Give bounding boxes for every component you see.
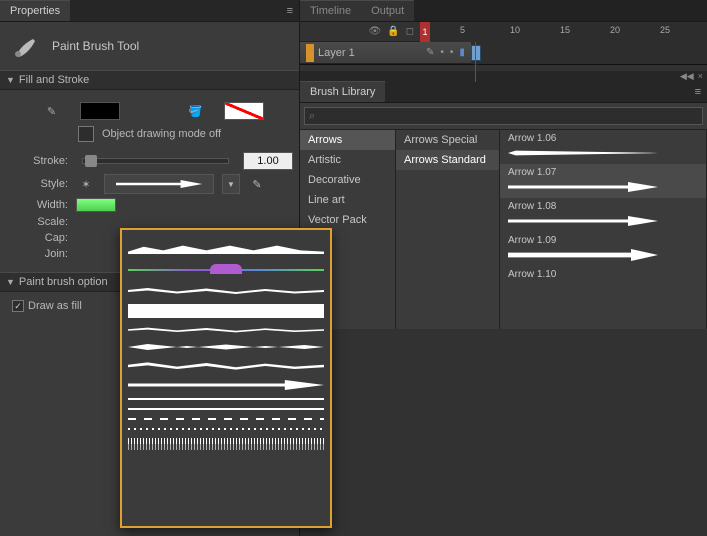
layer-color-icon: [306, 44, 314, 62]
playhead-line: [475, 42, 476, 82]
tool-header: Paint Brush Tool: [0, 22, 299, 70]
width-profile[interactable]: [76, 198, 116, 212]
tab-timeline[interactable]: Timeline: [300, 0, 361, 21]
stroke-preview[interactable]: [128, 286, 324, 296]
brush-arrow-108[interactable]: Arrow 1.08: [500, 198, 706, 232]
panel-menu-icon[interactable]: ≡: [281, 5, 299, 17]
layer-outline-swatch[interactable]: ▮: [459, 47, 465, 58]
brush-subcategory-list: Arrows Special Arrows Standard: [396, 130, 500, 329]
category-arrows[interactable]: Arrows: [300, 130, 395, 150]
checkbox-checked-icon: ✓: [12, 300, 24, 312]
right-column: Timeline Output 👁 🔒 ◻ 1 5 10 15 20 25 La…: [300, 0, 707, 536]
ruler-tick: 5: [460, 25, 465, 35]
subcat-arrows-standard[interactable]: Arrows Standard: [396, 150, 499, 170]
tab-output[interactable]: Output: [361, 0, 414, 21]
brush-arrow-106[interactable]: Arrow 1.06: [500, 130, 706, 164]
stroke-preview[interactable]: [128, 304, 324, 318]
brush-preset-list: Arrow 1.06 Arrow 1.07 Arrow 1.08 Arrow 1…: [500, 130, 707, 329]
brush-arrow-109[interactable]: Arrow 1.09: [500, 232, 706, 266]
stroke-color-swatch[interactable]: [224, 102, 264, 120]
stroke-preview[interactable]: [128, 262, 324, 278]
stroke-preview[interactable]: [128, 398, 324, 400]
panel-close-icon[interactable]: ×: [698, 71, 703, 81]
chevron-down-icon: ▼: [6, 75, 15, 85]
object-drawing-toggle[interactable]: [78, 126, 94, 142]
stroke-preview[interactable]: [128, 342, 324, 352]
brush-library-panel: ◀◀ × Brush Library ≡ Arrows Artistic Dec…: [300, 71, 707, 329]
brush-name: Arrow 1.09: [508, 235, 698, 246]
ruler-tick: 25: [660, 25, 670, 35]
keyframe[interactable]: [471, 45, 481, 61]
ruler-tick: 10: [510, 25, 520, 35]
properties-tab-row: Properties ≡: [0, 0, 299, 22]
layer-lock-dot[interactable]: •: [450, 47, 454, 58]
stroke-preview[interactable]: [128, 444, 324, 450]
timeline-header-icons: 👁 🔒 ◻: [300, 26, 420, 37]
style-combo[interactable]: [104, 174, 214, 194]
frames-track[interactable]: [471, 42, 707, 64]
stroke-preview-dotted[interactable]: [128, 428, 324, 430]
lock-icon[interactable]: 🔒: [387, 26, 399, 37]
object-drawing-label: Object drawing mode off: [102, 128, 221, 140]
style-brush-icon[interactable]: ✶: [76, 175, 96, 193]
category-vector-pack[interactable]: Vector Pack: [300, 210, 395, 230]
brush-search-input[interactable]: [304, 107, 703, 125]
stroke-preview[interactable]: [128, 242, 324, 254]
join-label: Join:: [12, 248, 68, 260]
paint-brush-options-title: Paint brush option: [19, 276, 108, 288]
tab-brush-library[interactable]: Brush Library: [300, 81, 385, 102]
chevron-down-icon: ▼: [6, 277, 15, 287]
paint-brush-icon: [12, 32, 40, 60]
cap-label: Cap:: [12, 232, 68, 244]
layer-pencil-icon[interactable]: ✎: [426, 47, 434, 58]
fill-and-stroke-header[interactable]: ▼ Fill and Stroke: [0, 70, 299, 90]
stroke-preview[interactable]: [128, 360, 324, 372]
ruler-tick: 20: [610, 25, 620, 35]
stroke-preview-dashed[interactable]: [128, 418, 324, 420]
brush-name: Arrow 1.10: [508, 269, 698, 280]
category-decorative[interactable]: Decorative: [300, 170, 395, 190]
tool-name: Paint Brush Tool: [52, 39, 139, 53]
brush-name: Arrow 1.07: [508, 167, 698, 178]
tab-properties[interactable]: Properties: [0, 0, 70, 21]
playhead[interactable]: 1: [420, 22, 430, 42]
timeline-ruler[interactable]: 1 5 10 15 20 25: [420, 22, 707, 42]
outline-icon[interactable]: ◻: [406, 26, 414, 37]
timeline-panel: Timeline Output 👁 🔒 ◻ 1 5 10 15 20 25 La…: [300, 0, 707, 65]
style-label: Style:: [12, 178, 68, 190]
panel-menu-icon[interactable]: ≡: [689, 86, 707, 98]
style-picker-icon[interactable]: ✎: [248, 174, 266, 194]
category-line-art[interactable]: Line art: [300, 190, 395, 210]
brush-arrow-110[interactable]: Arrow 1.10: [500, 266, 706, 286]
brush-arrow-107[interactable]: Arrow 1.07: [500, 164, 706, 198]
eye-icon[interactable]: 👁: [369, 26, 382, 37]
brush-name: Arrow 1.06: [508, 133, 698, 144]
panel-collapse-icon[interactable]: ◀◀: [680, 71, 694, 82]
stroke-preview[interactable]: [128, 326, 324, 334]
width-label: Width:: [12, 199, 68, 211]
stroke-value-input[interactable]: [243, 152, 293, 170]
style-dropdown-popup[interactable]: [120, 228, 332, 528]
pencil-fill-icon[interactable]: ✎: [42, 102, 62, 120]
brush-name: Arrow 1.08: [508, 201, 698, 212]
layer-row[interactable]: Layer 1 ✎ • • ▮: [300, 42, 707, 64]
style-dropdown-button[interactable]: ▼: [222, 174, 240, 194]
category-artistic[interactable]: Artistic: [300, 150, 395, 170]
draw-as-fill-label: Draw as fill: [28, 300, 82, 312]
fill-and-stroke-title: Fill and Stroke: [19, 74, 89, 86]
scale-label: Scale:: [12, 216, 68, 228]
layer-vis-dot[interactable]: •: [440, 47, 444, 58]
ruler-tick: 15: [560, 25, 570, 35]
stroke-label: Stroke:: [12, 155, 68, 167]
stroke-slider[interactable]: [82, 158, 229, 164]
fill-color-swatch[interactable]: [80, 102, 120, 120]
stroke-preview-arrow[interactable]: [128, 380, 324, 390]
bucket-stroke-icon[interactable]: 🪣: [186, 102, 206, 120]
subcat-arrows-special[interactable]: Arrows Special: [396, 130, 499, 150]
stroke-preview[interactable]: [128, 408, 324, 410]
layer-name: Layer 1: [318, 47, 355, 59]
